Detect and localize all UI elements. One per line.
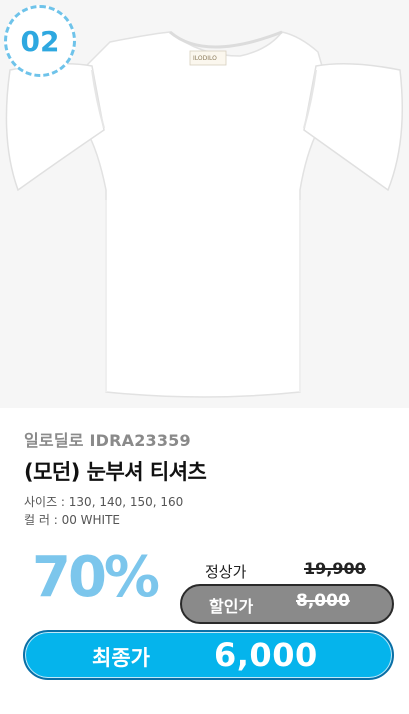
final-price-pill — [23, 630, 394, 680]
brand-code: 일로딜로 IDRA23359 — [24, 431, 191, 450]
product-title: (모던) 눈부셔 티셔츠 — [24, 460, 207, 484]
regular-price-label: 정상가 — [205, 563, 247, 581]
final-price-label: 최종가 — [92, 646, 150, 670]
discount-rate: 70% — [32, 545, 160, 610]
item-number: 02 — [20, 24, 60, 58]
color-info: 컬 러 : 00 WHITE — [24, 513, 120, 527]
size-info: 사이즈 : 130, 140, 150, 160 — [24, 495, 184, 509]
final-price: 6,000 — [214, 636, 318, 674]
shirt-label-text: ILODILO — [193, 55, 217, 62]
regular-price: 19,900 — [304, 559, 366, 578]
item-number-badge: 02 — [4, 5, 76, 77]
sale-price: 8,000 — [296, 591, 350, 611]
sale-price-label: 할인가 — [209, 597, 254, 616]
